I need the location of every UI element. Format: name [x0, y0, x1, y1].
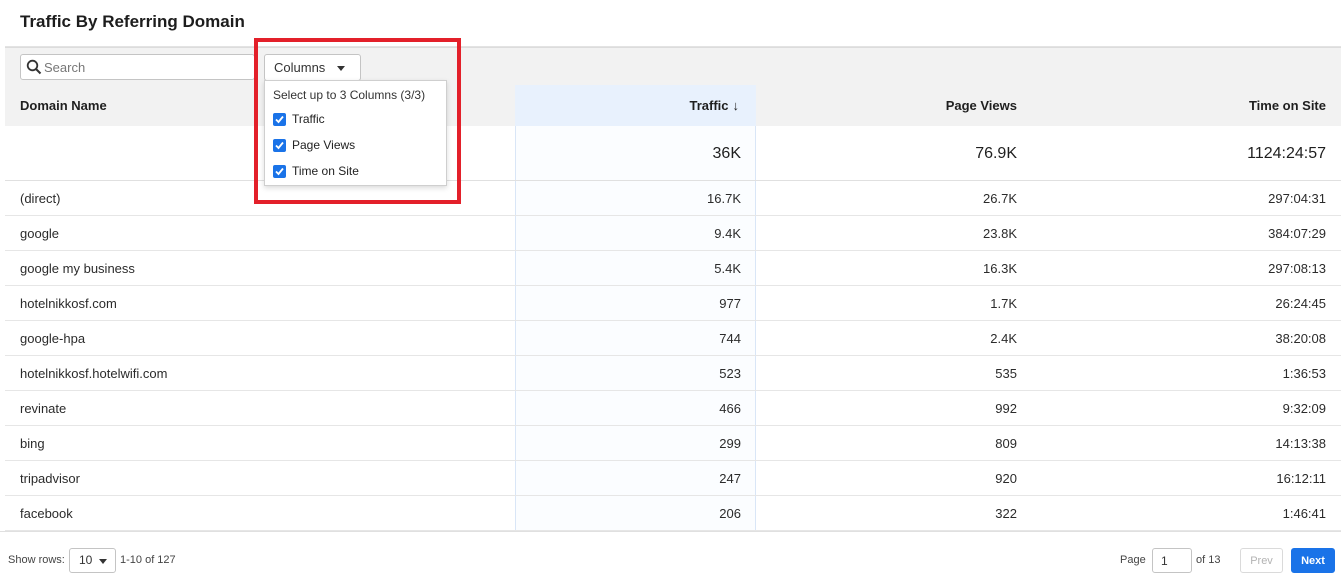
cell-domain: google [20, 226, 60, 241]
cell-traffic: 523 [719, 366, 741, 381]
pagination-footer: Show rows: 10 1-10 of 127 Page of 13 Pre… [0, 531, 1341, 588]
checkbox-checked-icon[interactable] [273, 165, 286, 178]
page-header: Traffic By Referring Domain [5, 0, 1341, 47]
cell-domain: tripadvisor [20, 471, 80, 486]
cell-time: 1:46:41 [1282, 506, 1326, 521]
cell-time: 26:24:45 [1275, 296, 1326, 311]
column-option-label: Time on Site [292, 164, 359, 178]
columns-dropdown-menu: Select up to 3 Columns (3/3) Traffic Pag… [264, 80, 447, 186]
table-row: bing 299 809 14:13:38 [5, 426, 1341, 461]
search-icon [26, 59, 42, 75]
table-row: google my business 5.4K 16.3K 297:08:13 [5, 251, 1341, 286]
cell-pageviews: 322 [995, 506, 1017, 521]
sort-descending-icon: ↓ [732, 98, 740, 113]
cell-traffic: 9.4K [714, 226, 741, 241]
toolbar: Columns [5, 47, 1341, 85]
checkbox-checked-icon[interactable] [273, 113, 286, 126]
search-input[interactable] [44, 57, 249, 77]
cell-time: 38:20:08 [1275, 331, 1326, 346]
next-button[interactable]: Next [1291, 548, 1335, 573]
table-row: facebook 206 322 1:46:41 [5, 496, 1341, 531]
totals-row: 36K 76.9K 1124:24:57 [5, 126, 1341, 181]
cell-pageviews: 16.3K [983, 261, 1017, 276]
cell-traffic: 466 [719, 401, 741, 416]
page-number-input[interactable] [1152, 548, 1192, 573]
cell-time: 297:08:13 [1268, 261, 1326, 276]
cell-domain: google my business [20, 261, 135, 276]
table-body: (direct) 16.7K 26.7K 297:04:31 google 9.… [5, 181, 1341, 531]
column-option-label: Traffic [292, 112, 325, 126]
column-header-traffic-label: Traffic [689, 98, 729, 113]
cell-pageviews: 992 [995, 401, 1017, 416]
columns-menu-header: Select up to 3 Columns (3/3) [273, 88, 426, 102]
cell-pageviews: 1.7K [990, 296, 1017, 311]
table-row: tripadvisor 247 920 16:12:11 [5, 461, 1341, 496]
cell-time: 384:07:29 [1268, 226, 1326, 241]
prev-button[interactable]: Prev [1240, 548, 1283, 573]
cell-traffic: 977 [719, 296, 741, 311]
cell-domain: google-hpa [20, 331, 86, 346]
total-time: 1124:24:57 [1247, 145, 1326, 162]
show-rows-label: Show rows: [8, 554, 65, 566]
table-row: (direct) 16.7K 26.7K 297:04:31 [5, 181, 1341, 216]
cell-traffic: 16.7K [707, 191, 741, 206]
column-header-domain[interactable]: Domain Name [20, 85, 107, 126]
rows-per-page-select[interactable]: 10 [69, 548, 116, 573]
cell-pageviews: 920 [995, 471, 1017, 486]
cell-time: 9:32:09 [1282, 401, 1326, 416]
cell-domain: (direct) [20, 191, 61, 206]
cell-pageviews: 809 [995, 436, 1017, 451]
column-header-traffic[interactable]: Traffic ↓ [515, 85, 756, 126]
table-row: hotelnikkosf.com 977 1.7K 26:24:45 [5, 286, 1341, 321]
cell-traffic: 206 [719, 506, 741, 521]
table-row: hotelnikkosf.hotelwifi.com 523 535 1:36:… [5, 356, 1341, 391]
column-header-pageviews[interactable]: Page Views [756, 85, 1017, 126]
cell-domain: hotelnikkosf.com [20, 296, 117, 311]
cell-domain: facebook [20, 506, 73, 521]
table-row: revinate 466 992 9:32:09 [5, 391, 1341, 426]
table-row: google 9.4K 23.8K 384:07:29 [5, 216, 1341, 251]
total-traffic: 36K [712, 145, 741, 162]
cell-domain: revinate [20, 401, 67, 416]
cell-pageviews: 23.8K [983, 226, 1017, 241]
chevron-down-icon [99, 559, 107, 564]
rows-per-page-value: 10 [79, 553, 93, 567]
column-header-time[interactable]: Time on Site [1017, 85, 1326, 126]
cell-traffic: 247 [719, 471, 741, 486]
cell-time: 297:04:31 [1268, 191, 1326, 206]
cell-domain: hotelnikkosf.hotelwifi.com [20, 366, 168, 381]
cell-pageviews: 26.7K [983, 191, 1017, 206]
row-range-text: 1-10 of 127 [120, 554, 176, 566]
page-label: Page [1120, 554, 1146, 566]
total-pageviews: 76.9K [975, 145, 1017, 162]
cell-pageviews: 535 [995, 366, 1017, 381]
columns-button[interactable]: Columns [264, 54, 361, 81]
cell-traffic: 5.4K [714, 261, 741, 276]
column-option-label: Page Views [292, 138, 356, 152]
columns-button-label: Columns [274, 60, 326, 75]
caret-down-icon [337, 66, 345, 71]
cell-traffic: 299 [719, 436, 741, 451]
search-box[interactable] [20, 54, 255, 80]
cell-pageviews: 2.4K [990, 331, 1017, 346]
cell-domain: bing [20, 436, 45, 451]
checkbox-checked-icon[interactable] [273, 139, 286, 152]
page-count-text: of 13 [1196, 554, 1221, 566]
cell-time: 16:12:11 [1276, 471, 1326, 486]
cell-traffic: 744 [719, 331, 741, 346]
page-title: Traffic By Referring Domain [20, 12, 245, 31]
table-header: Domain Name Traffic ↓ Page Views Time on … [5, 85, 1341, 126]
cell-time: 14:13:38 [1275, 436, 1326, 451]
table-row: google-hpa 744 2.4K 38:20:08 [5, 321, 1341, 356]
cell-time: 1:36:53 [1282, 366, 1326, 381]
